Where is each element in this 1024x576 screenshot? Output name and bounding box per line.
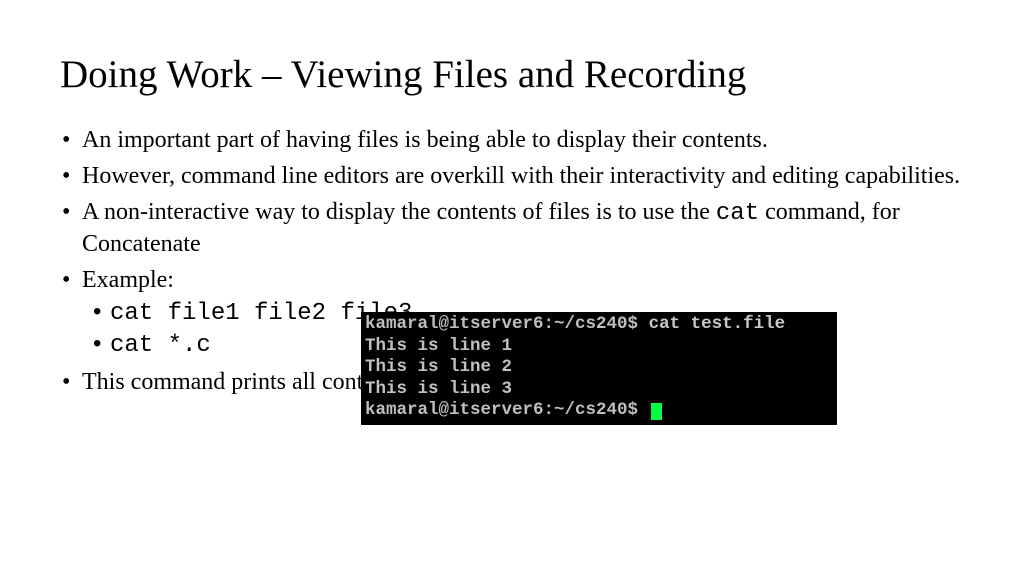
terminal-user: kamaral@itserver6	[365, 400, 544, 420]
terminal-user: kamaral@itserver6	[365, 314, 544, 334]
terminal-path: :~/cs240	[544, 314, 628, 334]
terminal-command: cat test.file	[649, 314, 786, 334]
terminal-cursor	[651, 403, 662, 420]
bullet-text: A non-interactive way to display the con…	[82, 199, 716, 225]
slide-title: Doing Work – Viewing Files and Recording	[60, 52, 964, 97]
terminal-screenshot: kamaral@itserver6:~/cs240$ cat test.file…	[361, 312, 837, 425]
inline-code: cat	[716, 200, 759, 227]
terminal-output: This is line 3	[365, 379, 512, 399]
bullet-item: A non-interactive way to display the con…	[60, 197, 964, 259]
terminal-dollar: $	[628, 400, 649, 420]
terminal-dollar: $	[628, 314, 649, 334]
terminal-output: This is line 1	[365, 336, 512, 356]
terminal-path: :~/cs240	[544, 400, 628, 420]
bullet-item: However, command line editors are overki…	[60, 161, 964, 191]
terminal-output: This is line 2	[365, 357, 512, 377]
bullet-text: Example:	[82, 267, 174, 293]
bullet-item: An important part of having files is bei…	[60, 125, 964, 155]
